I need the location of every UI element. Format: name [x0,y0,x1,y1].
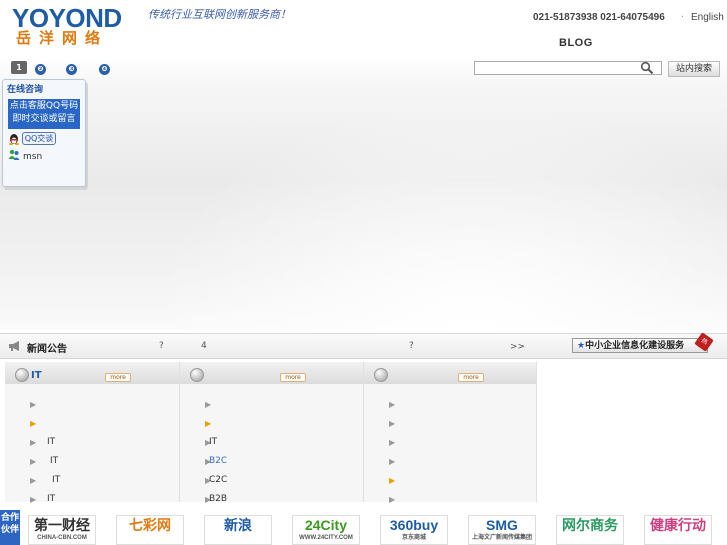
list-arrow-icon: ▶ [205,400,212,409]
list-arrow-icon: ▶ [389,419,396,428]
partner-logo[interactable]: 24City WWW.24CITY.COM [292,515,360,545]
qq-penguin-icon [9,134,19,145]
content-panel: more ▶ ▶ ▶ IT ▶ B2C ▶ C2C ▶ B2B [180,362,364,504]
site-header: YOYOND 岳洋网络 传统行业互联网创新服务商！ 021-51873938 0… [0,0,727,58]
partner-name: 七彩网 [129,517,171,533]
partner-subtitle: 上海文广新闻传媒集团 [471,535,532,541]
partner-logo[interactable]: 新浪 [204,515,272,545]
msn-chat-link[interactable]: msn [23,152,42,162]
partner-logo[interactable]: 360buy 京东商城 [380,515,448,545]
list-item[interactable]: IT [52,475,60,485]
chat-title: 在线咨询 [7,85,44,95]
list-item[interactable]: IT [50,456,58,466]
logo-chinese[interactable]: 岳洋网络 [16,29,108,47]
more-button[interactable]: more [458,373,484,382]
news-title: 新闻公告 [27,344,67,355]
contact-phones: 021-51873938 021-64075496 [533,12,665,23]
list-arrow-icon: ▶ [30,457,37,466]
news-item-2[interactable]: 4 [201,341,207,351]
qq-chat-button[interactable]: QQ交谈 [22,132,56,145]
news-bar: 新闻公告 ? 4 ? >> ★中小企业信息化建设服务 热 [0,332,727,359]
partner-subtitle: CHINA-CBN.COM [37,535,87,541]
lang-separator: · [681,12,685,23]
list-arrow-icon: ▶ [389,400,396,409]
english-link[interactable]: English [691,12,724,23]
partner-name: 健康行动 [650,517,706,533]
list-arrow-icon: ▶ [389,457,396,466]
list-arrow-icon: ▶ [30,476,37,485]
panel-header [364,362,536,384]
slide-indicator-2[interactable]: ❷ [35,64,46,75]
partner-label: 合作伙伴 [0,510,20,545]
content-panel: more ▶ ▶ ▶ ▶ ▶ ▶ [364,362,537,504]
slide-indicator-1[interactable]: 1 [11,61,27,74]
partner-subtitle: WWW.24CITY.COM [299,535,353,541]
slide-indicator-4[interactable]: ❹ [99,64,110,75]
search-icon[interactable] [640,61,654,75]
list-item[interactable]: IT [209,437,217,447]
partner-name: 360buy [389,517,439,533]
bullet-ball-icon [15,368,29,382]
partner-logo[interactable]: 第一财经 CHINA-CBN.COM [28,515,96,545]
content-panel: IT more ▶ ▶ ▶ IT ▶ IT ▶ IT ▶ IT [5,362,180,504]
list-item[interactable]: IT [47,437,55,447]
bullet-ball-icon [190,368,204,382]
msn-buddy-icon [8,149,20,160]
list-item[interactable]: B2C [209,456,227,466]
partner-name: 网尔商务 [562,517,618,533]
list-arrow-icon: ▶ [389,476,396,485]
sme-service-label: 中小企业信息化建设服务 [585,341,685,351]
partner-name: SMG [486,517,518,533]
list-arrow-icon: ▶ [30,438,37,447]
list-item[interactable]: IT [47,494,55,504]
news-more-link[interactable]: >> [510,342,525,352]
star-icon: ★ [577,341,586,351]
slide-indicator-3[interactable]: ❸ [66,64,77,75]
partner-name: 24City [304,517,348,533]
chat-message-button[interactable]: 点击客服QQ号码即时交谈或留言 [8,99,80,129]
site-search-input[interactable] [474,61,662,75]
online-consult-widget: 在线咨询 点击客服QQ号码即时交谈或留言 QQ交谈 msn [2,79,86,187]
partner-logo[interactable]: 网尔商务 [556,515,624,545]
slogan: 传统行业互联网创新服务商！ [148,8,291,21]
site-search-button[interactable]: 站内搜索 [668,61,720,77]
partner-logo[interactable]: 七彩网 [116,515,184,545]
list-arrow-icon: ▶ [30,495,37,504]
list-arrow-icon: ▶ [389,438,396,447]
panel-title: IT [31,370,42,381]
partner-logo[interactable]: 健康行动 [644,515,712,545]
blog-link[interactable]: BLOG [559,37,593,49]
bullet-ball-icon [374,368,388,382]
partner-logo[interactable]: SMG 上海文广新闻传媒集团 [468,515,536,545]
partner-subtitle: 京东商城 [401,535,426,541]
list-arrow-icon: ▶ [205,419,212,428]
list-arrow-icon: ▶ [389,495,396,504]
sme-service-banner[interactable]: ★中小企业信息化建设服务 [572,338,708,353]
partner-name: 第一财经 [34,517,90,533]
panel-header [180,362,363,384]
more-button[interactable]: more [280,373,306,382]
megaphone-icon [9,341,19,351]
more-button[interactable]: more [105,373,131,382]
list-arrow-icon: ▶ [30,400,37,409]
hero-banner [0,58,727,330]
news-item-3[interactable]: ? [409,341,414,351]
list-item[interactable]: C2C [209,475,227,485]
banner-highlight [90,58,727,330]
partner-name: 新浪 [224,517,252,533]
news-item-1[interactable]: ? [159,341,164,351]
list-item[interactable]: B2B [209,494,227,504]
list-arrow-icon: ▶ [30,419,37,428]
